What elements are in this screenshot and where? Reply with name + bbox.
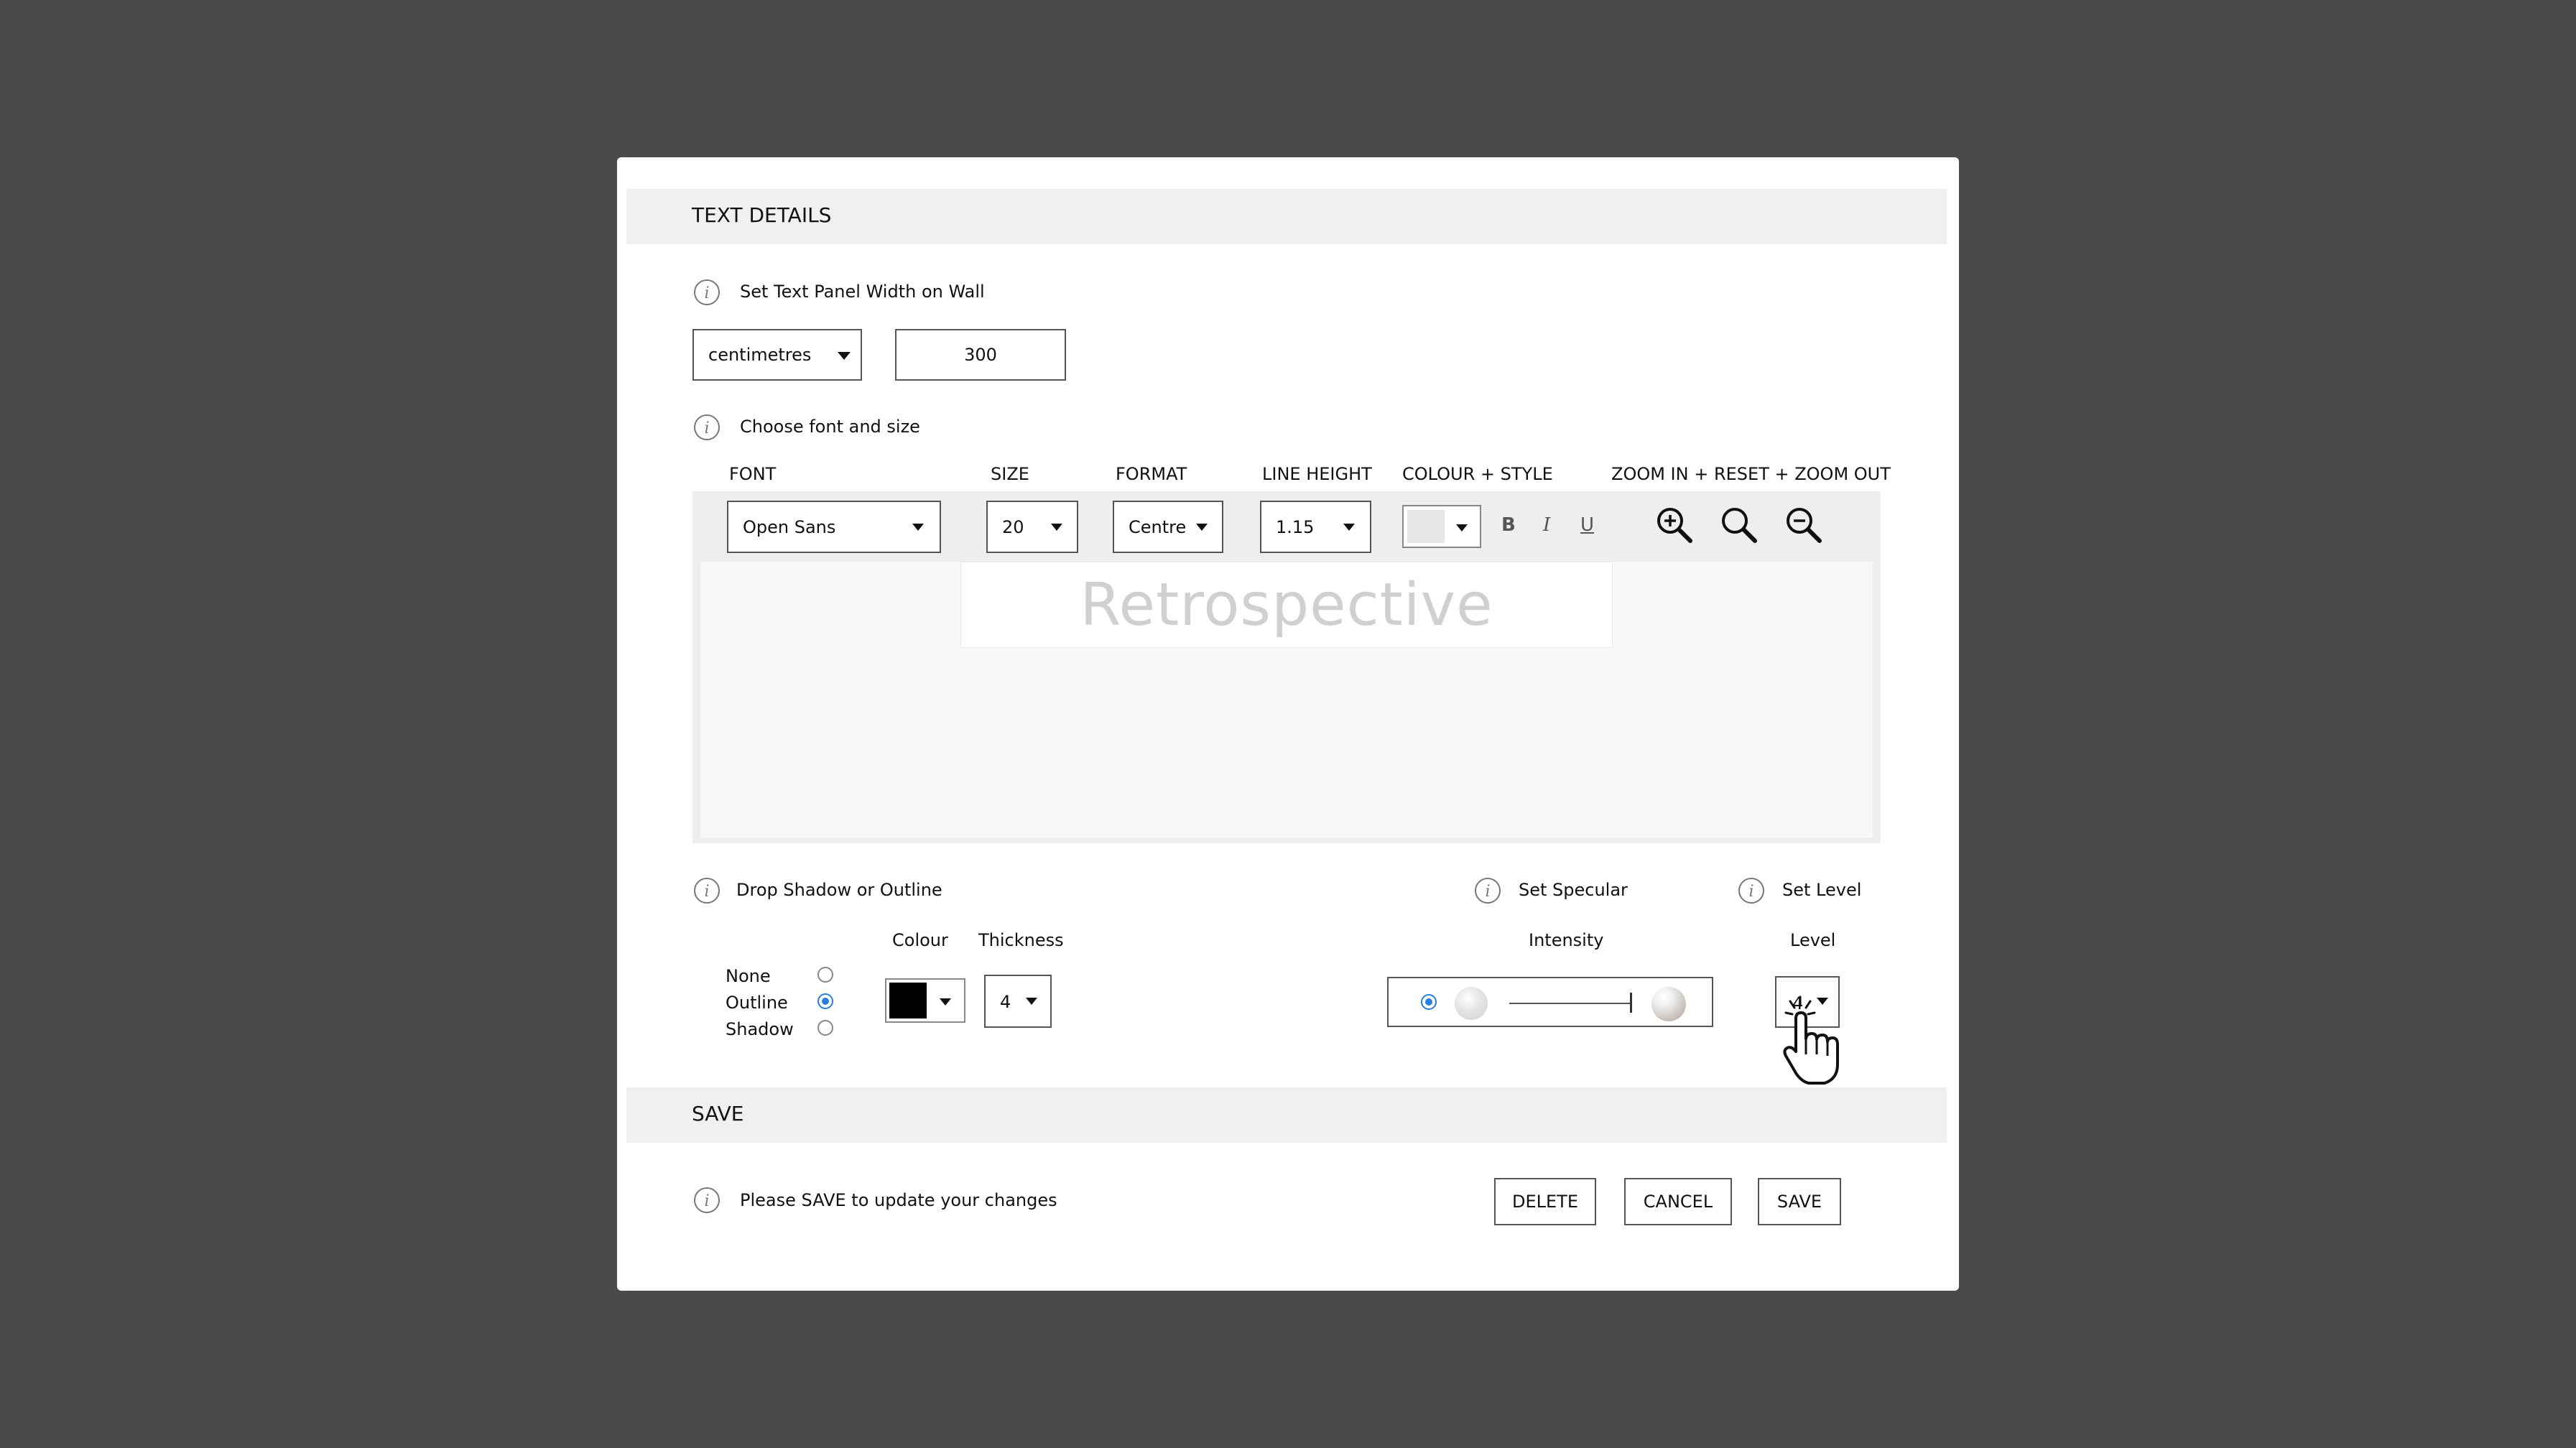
section-title-save: SAVE xyxy=(692,1102,744,1126)
size-select[interactable]: 20 xyxy=(986,501,1078,553)
svg-text:i: i xyxy=(704,284,709,302)
option-outline-label: Outline xyxy=(726,993,788,1013)
zoom-out-icon[interactable] xyxy=(1784,505,1822,544)
intensity-header: Intensity xyxy=(1529,930,1604,950)
specular-label: Set Specular xyxy=(1519,880,1628,900)
section-title-text-details: TEXT DETAILS xyxy=(692,203,832,227)
svg-text:i: i xyxy=(704,1192,709,1210)
line-height-select[interactable]: 1.15 xyxy=(1260,501,1371,553)
info-icon[interactable]: i xyxy=(692,876,721,905)
chevron-down-icon xyxy=(1026,998,1037,1005)
zoom-in-icon[interactable] xyxy=(1654,505,1693,544)
format-select[interactable]: Centre xyxy=(1113,501,1223,553)
radio-none[interactable] xyxy=(817,967,833,983)
save-button[interactable]: SAVE xyxy=(1758,1178,1841,1225)
matte-sphere-icon xyxy=(1455,987,1488,1020)
colour-swatch xyxy=(1407,510,1445,543)
size-header: SIZE xyxy=(991,464,1029,484)
save-message: Please SAVE to update your changes xyxy=(740,1190,1057,1210)
option-shadow-label: Shadow xyxy=(726,1019,794,1039)
svg-text:i: i xyxy=(704,419,709,437)
specular-radio[interactable] xyxy=(1421,994,1437,1010)
preview-text: Retrospective xyxy=(1080,570,1493,639)
unit-select-value: centimetres xyxy=(708,345,812,365)
thickness-select-value: 4 xyxy=(1000,992,1011,1012)
panel-width-input[interactable]: 300 xyxy=(895,329,1066,381)
thickness-header: Thickness xyxy=(978,930,1064,950)
unit-select[interactable]: centimetres xyxy=(692,329,862,381)
level-header: Level xyxy=(1790,930,1836,950)
font-select[interactable]: Open Sans xyxy=(727,501,941,553)
info-icon[interactable]: i xyxy=(692,1186,721,1215)
panel-width-value: 300 xyxy=(964,345,997,365)
outline-colour-picker[interactable] xyxy=(885,978,965,1023)
svg-text:i: i xyxy=(1748,883,1753,901)
format-header: FORMAT xyxy=(1116,464,1187,484)
save-header-bar xyxy=(626,1087,1947,1143)
info-icon[interactable]: i xyxy=(1737,876,1766,905)
underline-button[interactable]: U xyxy=(1580,514,1594,536)
chevron-down-icon xyxy=(1456,524,1468,532)
font-select-value: Open Sans xyxy=(743,517,836,537)
delete-button[interactable]: DELETE xyxy=(1494,1178,1596,1225)
chevron-down-icon xyxy=(838,352,851,360)
zoom-header: ZOOM IN + RESET + ZOOM OUT xyxy=(1611,464,1891,484)
info-icon[interactable]: i xyxy=(692,413,721,442)
italic-button[interactable]: I xyxy=(1543,514,1550,536)
text-colour-picker[interactable] xyxy=(1402,505,1481,548)
chevron-down-icon xyxy=(940,998,951,1006)
chevron-down-icon xyxy=(1196,524,1208,531)
hand-pointer-cursor-icon xyxy=(1783,996,1839,1085)
radio-outline[interactable] xyxy=(817,993,833,1009)
bold-button[interactable]: B xyxy=(1501,514,1516,536)
font-header: FONT xyxy=(729,464,777,484)
size-select-value: 20 xyxy=(1002,517,1024,537)
line-height-header: LINE HEIGHT xyxy=(1262,464,1372,484)
info-icon[interactable]: i xyxy=(1473,876,1502,905)
chevron-down-icon xyxy=(1343,524,1355,531)
preview-text-box[interactable]: Retrospective xyxy=(960,562,1613,648)
svg-text:i: i xyxy=(704,883,709,901)
colour-style-header: COLOUR + STYLE xyxy=(1402,464,1553,484)
zoom-reset-icon[interactable] xyxy=(1719,505,1758,544)
glossy-sphere-icon xyxy=(1651,987,1686,1021)
cancel-button[interactable]: CANCEL xyxy=(1624,1178,1732,1225)
outline-colour-swatch xyxy=(889,983,927,1018)
option-none-label: None xyxy=(726,966,771,986)
shadow-outline-label: Drop Shadow or Outline xyxy=(736,880,942,900)
colour-header: Colour xyxy=(892,930,948,950)
panel-width-label: Set Text Panel Width on Wall xyxy=(740,282,985,302)
format-select-value: Centre xyxy=(1129,517,1187,537)
specular-intensity-control[interactable] xyxy=(1387,977,1713,1027)
chevron-down-icon xyxy=(1051,524,1062,531)
slider-track[interactable] xyxy=(1509,1003,1630,1004)
thickness-select[interactable]: 4 xyxy=(984,975,1052,1028)
font-section-label: Choose font and size xyxy=(740,417,920,437)
level-label: Set Level xyxy=(1782,880,1862,900)
line-height-select-value: 1.15 xyxy=(1276,517,1315,537)
slider-handle[interactable] xyxy=(1630,993,1632,1013)
svg-text:i: i xyxy=(1485,883,1490,901)
radio-shadow[interactable] xyxy=(817,1020,833,1036)
info-icon[interactable]: i xyxy=(692,278,721,307)
chevron-down-icon xyxy=(912,524,924,531)
